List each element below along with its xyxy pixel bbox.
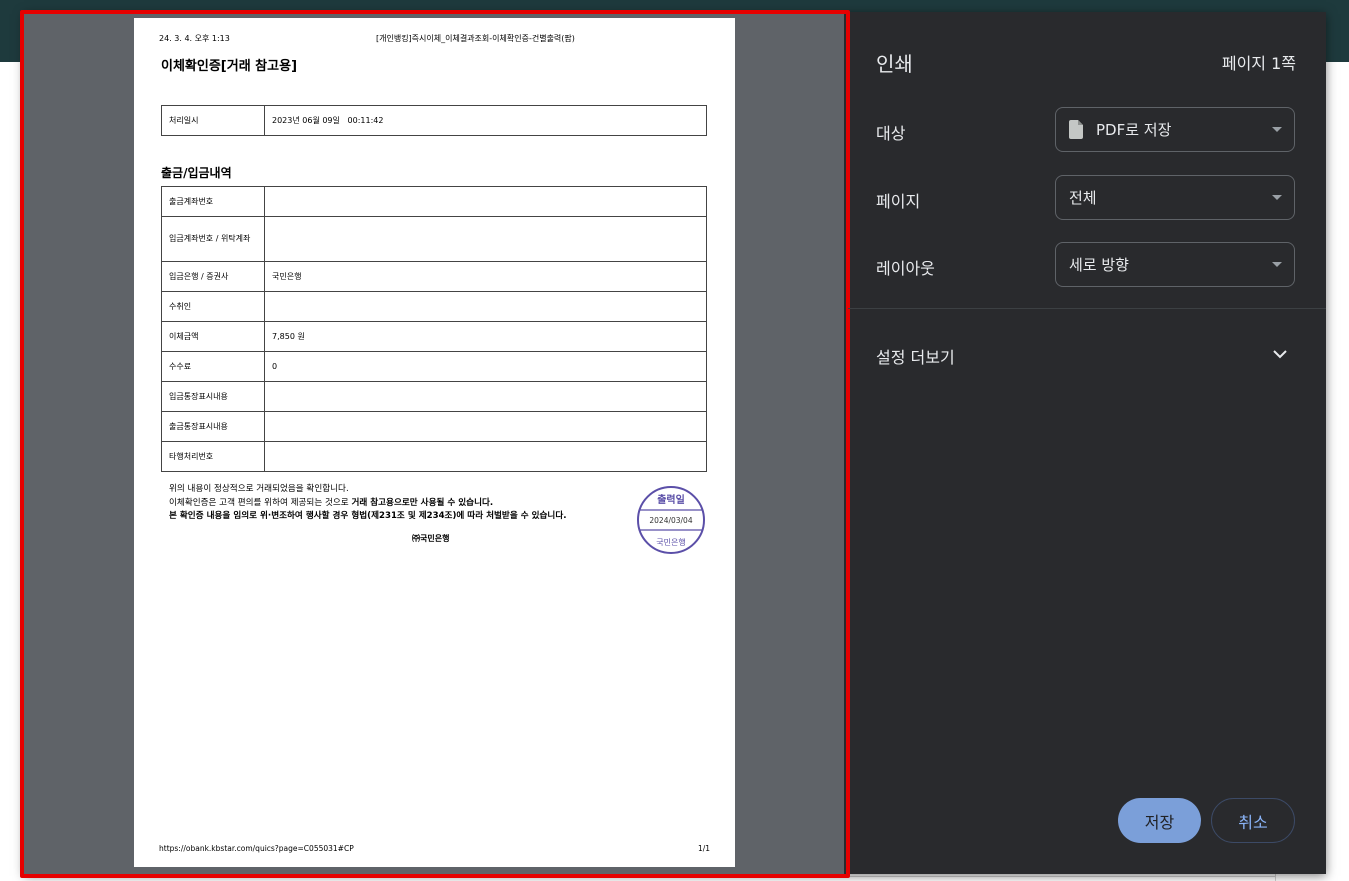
- dropdown-arrow-icon: [1272, 262, 1282, 267]
- dropdown-arrow-icon: [1272, 127, 1282, 132]
- cancel-button[interactable]: 취소: [1211, 798, 1295, 843]
- table-value: 7,850 원: [264, 321, 707, 352]
- print-settings-panel: 인쇄 페이지 1쪽 대상 PDF로 저장 페이지 전체 레이아웃 세로 방향 설…: [848, 12, 1326, 874]
- save-button[interactable]: 저장: [1118, 798, 1201, 843]
- notice-line-warning: 본 확인증 내용을 임의로 위·변조하여 행사할 경우 형법(제231조 및 제…: [169, 511, 567, 521]
- table-value: [264, 216, 707, 262]
- destination-select[interactable]: PDF로 저장: [1055, 107, 1295, 152]
- table-row: 입금통장표시내용: [161, 381, 707, 412]
- page-count: 페이지 1쪽: [1221, 54, 1296, 73]
- table-label: 입금통장표시내용: [161, 381, 265, 412]
- destination-value: PDF로 저장: [1096, 121, 1172, 139]
- dialog-title: 인쇄: [876, 52, 913, 76]
- notice-line-emphasis: 거래 참고용으로만 사용될 수 있습니다.: [351, 497, 494, 508]
- table-value: [264, 411, 707, 442]
- layout-value: 세로 방향: [1069, 256, 1129, 274]
- file-icon: [1069, 120, 1083, 139]
- table-row: 출금계좌번호: [161, 186, 707, 217]
- page-header-datetime: 24. 3. 4. 오후 1:13: [159, 34, 230, 43]
- table-label: 출금계좌번호: [161, 186, 265, 217]
- table-row: 이체금액 7,850 원: [161, 321, 707, 352]
- table-row: 수취인: [161, 291, 707, 322]
- pages-value: 전체: [1069, 189, 1097, 207]
- chevron-down-icon[interactable]: [1272, 348, 1288, 360]
- table-label: 출금통장표시내용: [161, 411, 265, 442]
- table-value: 0: [264, 351, 707, 382]
- svg-text:국민은행: 국민은행: [656, 537, 685, 547]
- pages-label: 페이지: [876, 192, 921, 211]
- background-divider-bottom: [378, 876, 1276, 877]
- table-value: 2023년 06월 09일 00:11:42: [264, 105, 707, 136]
- divider: [848, 308, 1326, 309]
- layout-select[interactable]: 세로 방향: [1055, 242, 1295, 287]
- more-settings-toggle[interactable]: 설정 더보기: [876, 344, 955, 368]
- processed-table: 처리일시 2023년 06월 09일 00:11:42: [161, 105, 707, 136]
- table-value: [264, 186, 707, 217]
- table-label: 수수료: [161, 351, 265, 382]
- table-label: 처리일시: [161, 105, 265, 136]
- bank-name: ㈜국민은행: [412, 534, 450, 543]
- table-value: 국민은행: [264, 261, 707, 292]
- table-label: 입금계좌번호 / 위탁계좌: [161, 216, 265, 262]
- page-footer-url: https://obank.kbstar.com/quics?page=C055…: [159, 844, 354, 853]
- table-row: 타행처리번호: [161, 441, 707, 472]
- table-row: 처리일시 2023년 06월 09일 00:11:42: [161, 105, 707, 136]
- page-header-title: [개인뱅킹]즉시이체_이체결과조회-이체확인증-건별출력(팝): [376, 34, 575, 43]
- table-value: [264, 381, 707, 412]
- table-label: 수취인: [161, 291, 265, 322]
- document-title: 이체확인증[거래 참고용]: [161, 59, 298, 74]
- table-row: 입금은행 / 증권사 국민은행: [161, 261, 707, 292]
- notice-text: 위의 내용이 정상적으로 거래되었음을 확인합니다. 이체확인증은 고객 편의를…: [169, 483, 567, 524]
- page-footer-number: 1/1: [698, 844, 711, 853]
- table-value: [264, 441, 707, 472]
- table-row: 수수료 0: [161, 351, 707, 382]
- layout-label: 레이아웃: [876, 259, 935, 278]
- table-row: 입금계좌번호 / 위탁계좌: [161, 216, 707, 262]
- svg-text:출력일: 출력일: [657, 493, 685, 506]
- table-value: [264, 291, 707, 322]
- destination-label: 대상: [876, 124, 906, 143]
- table-label: 타행처리번호: [161, 441, 265, 472]
- table-label: 이체금액: [161, 321, 265, 352]
- table-label: 입금은행 / 증권사: [161, 261, 265, 292]
- dropdown-arrow-icon: [1272, 195, 1282, 200]
- notice-line-part: 이체확인증은 고객 편의를 위하여 제공되는 것으로: [169, 497, 352, 508]
- section-title: 출금/입금내역: [161, 166, 232, 180]
- table-row: 출금통장표시내용: [161, 411, 707, 442]
- notice-line: 이체확인증은 고객 편의를 위하여 제공되는 것으로 거래 참고용으로만 사용될…: [169, 497, 567, 511]
- notice-line: 위의 내용이 정상적으로 거래되었음을 확인합니다.: [169, 484, 349, 494]
- seal-date: 2024/03/04: [649, 516, 692, 525]
- stamp-seal-icon: 출력일 2024/03/04 국민은행: [637, 486, 705, 554]
- pages-select[interactable]: 전체: [1055, 175, 1295, 220]
- preview-page: 24. 3. 4. 오후 1:13 [개인뱅킹]즉시이체_이체결과조회-이체확인…: [134, 18, 735, 867]
- transfer-table: 출금계좌번호 입금계좌번호 / 위탁계좌 입금은행 / 증권사 국민은행 수취인 …: [161, 186, 707, 472]
